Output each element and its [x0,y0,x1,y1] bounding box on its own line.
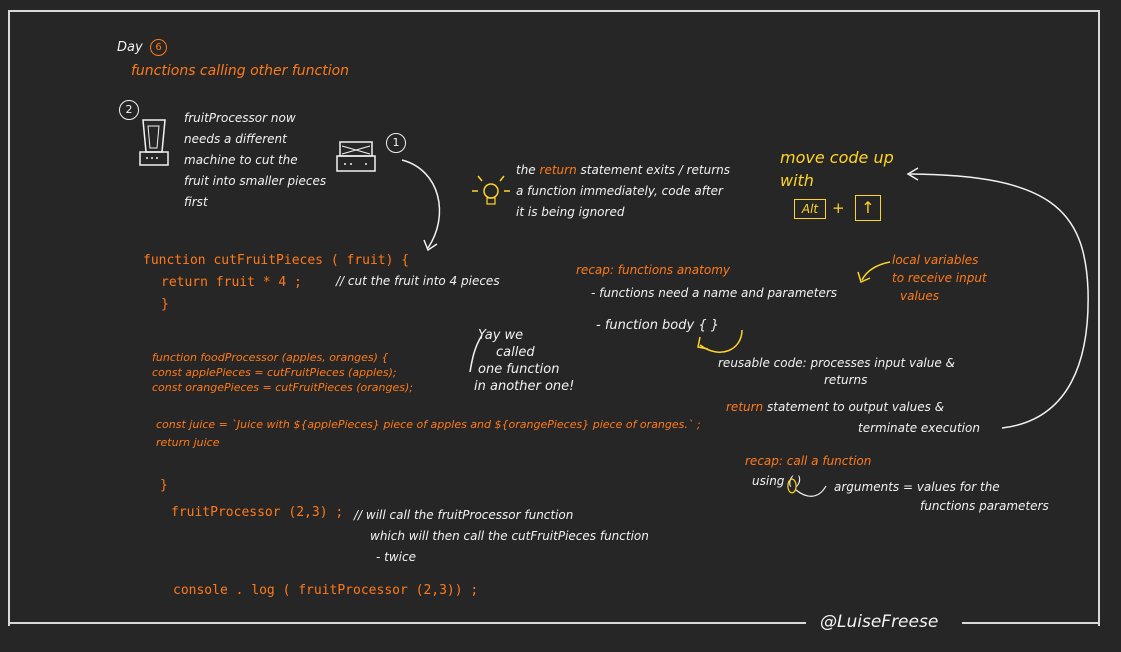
annotation-arrows [401,159,1089,497]
